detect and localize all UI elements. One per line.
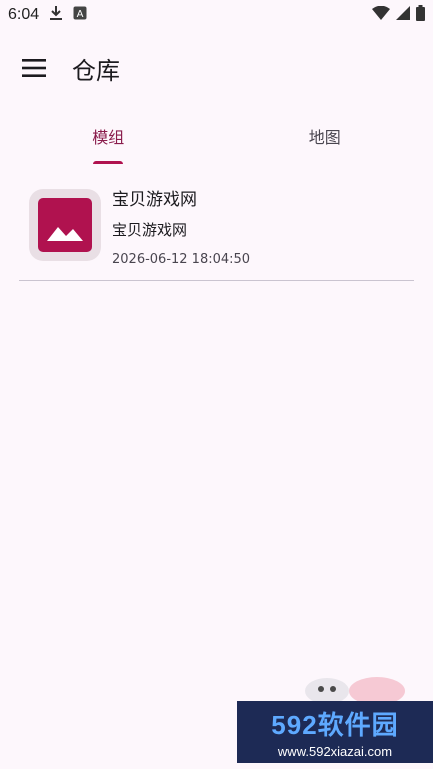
item-date: 2026-06-12 18:04:50 — [112, 252, 251, 267]
watermark-url: www.592xiazai.com — [277, 744, 393, 759]
item-thumbnail — [29, 189, 101, 261]
item-title: 宝贝游戏网 — [112, 190, 197, 210]
list-item[interactable]: 宝贝游戏网 宝贝游戏网 2026-06-12 18:04:50 — [18, 178, 414, 280]
item-text: 宝贝游戏网 宝贝游戏网 2026-06-12 18:04:50 — [112, 185, 250, 267]
download-icon — [49, 5, 63, 25]
tab-label: 模组 — [92, 128, 125, 147]
wifi-icon — [372, 5, 390, 24]
svg-text:A: A — [77, 9, 84, 20]
signal-icon — [396, 6, 410, 24]
status-time: 6:04 — [8, 6, 40, 23]
watermark-logo: 592软件园 www.592xiazai.com — [237, 701, 433, 763]
menu-icon — [22, 59, 46, 77]
tab-mods[interactable]: 模组 — [0, 108, 217, 164]
tab-bar: 模组 地图 — [0, 108, 433, 164]
menu-button[interactable] — [6, 40, 62, 96]
watermark-brand: 592软件园 — [271, 710, 399, 740]
a-icon: A — [73, 6, 87, 24]
status-bar: 6:04 A — [0, 0, 433, 30]
app-bar: 仓库 — [0, 40, 433, 96]
gamepad-icon — [305, 677, 405, 705]
status-right — [372, 5, 425, 25]
divider — [19, 280, 414, 281]
status-left: 6:04 A — [8, 5, 87, 25]
tab-maps[interactable]: 地图 — [217, 108, 433, 164]
image-icon — [38, 198, 92, 252]
page-title: 仓库 — [72, 56, 120, 85]
item-subtitle: 宝贝游戏网 — [112, 221, 188, 239]
battery-icon — [416, 5, 425, 25]
tab-active-indicator — [93, 161, 124, 164]
tab-label: 地图 — [308, 128, 341, 147]
